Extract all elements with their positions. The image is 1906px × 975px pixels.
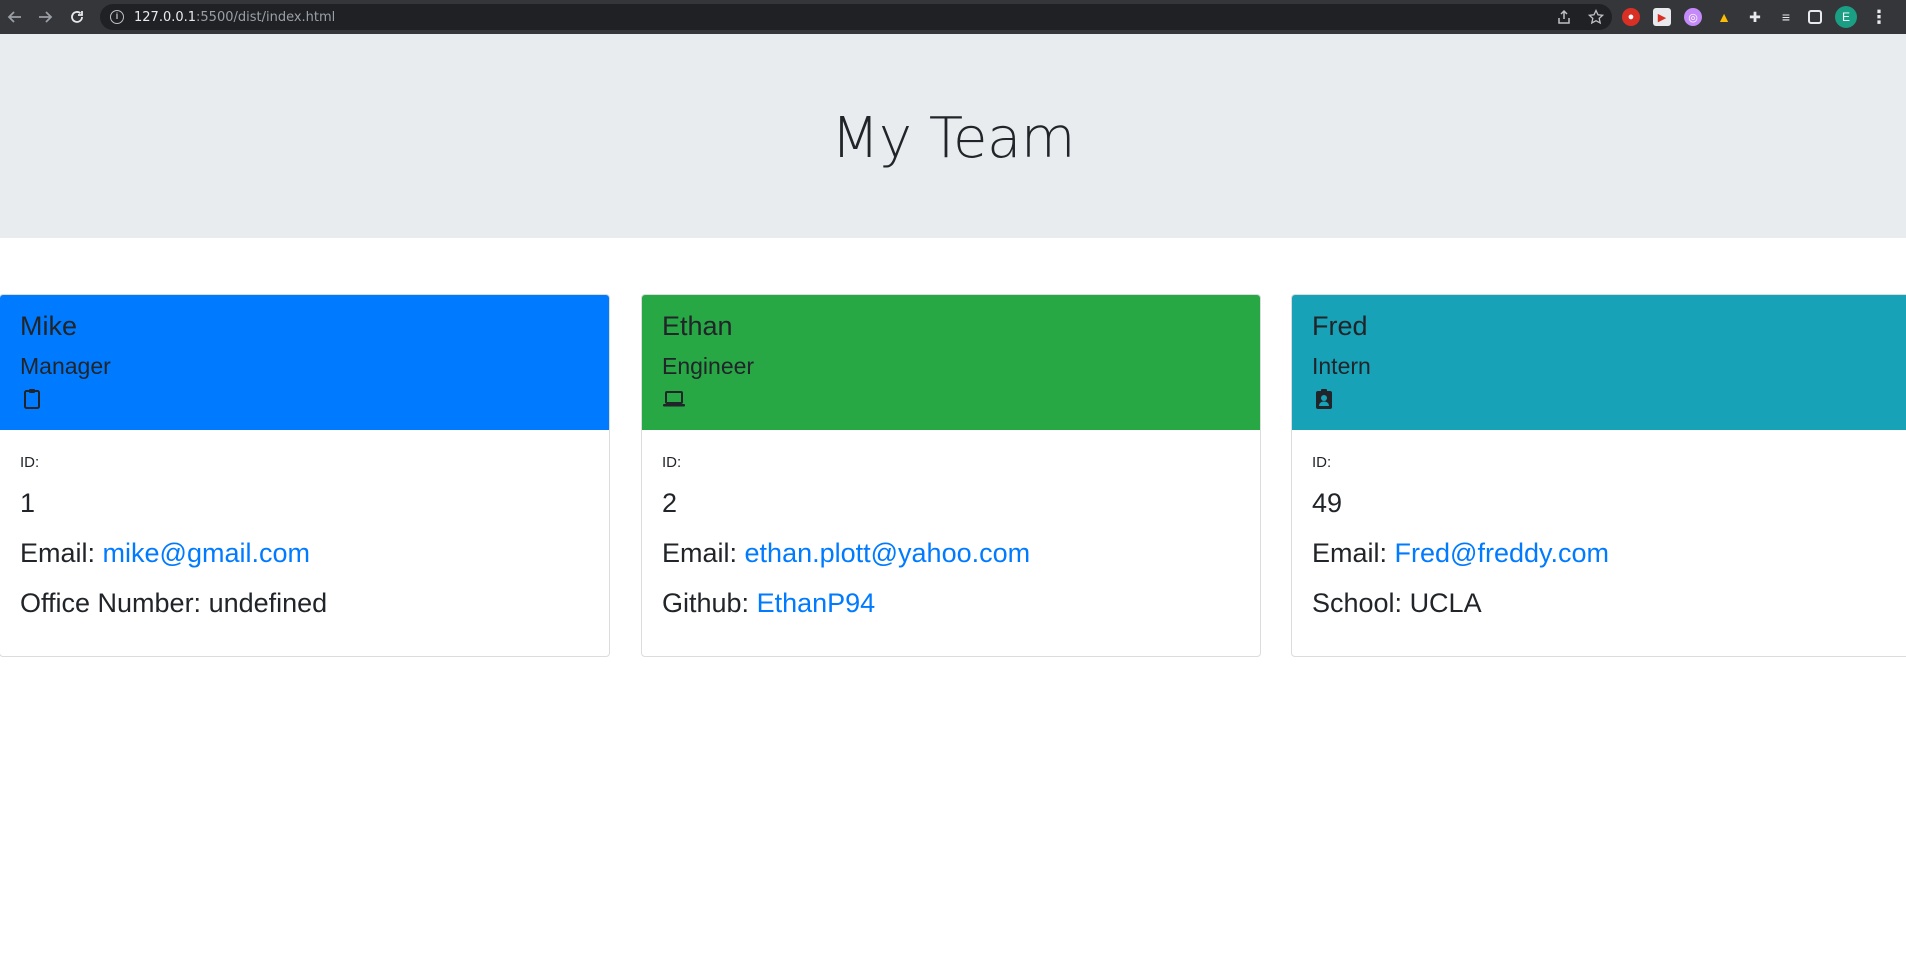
reload-button[interactable]	[62, 2, 92, 32]
url-text: 127.0.0.1:5500/dist/index.html	[134, 10, 335, 25]
employee-role: Manager	[20, 353, 111, 379]
email-label: Email:	[20, 538, 103, 568]
site-info-icon[interactable]: i	[110, 10, 124, 24]
address-bar[interactable]: i 127.0.0.1:5500/dist/index.html	[100, 4, 1612, 30]
arrow-right-icon	[39, 11, 53, 23]
employee-role: Intern	[1312, 353, 1371, 379]
email-line: Email: mike@gmail.com	[20, 536, 589, 570]
page-title: My Team	[831, 105, 1075, 171]
email-link[interactable]: mike@gmail.com	[103, 538, 310, 568]
school-label: School:	[1312, 588, 1410, 618]
id-label: ID:	[662, 454, 682, 471]
extension-red-icon[interactable]: ●	[1622, 8, 1640, 26]
card-header: Fred Intern	[1292, 295, 1906, 430]
id-value: 2	[662, 488, 678, 518]
email-line: Email: ethan.plott@yahoo.com	[662, 536, 1240, 570]
card-header: Mike Manager	[0, 295, 609, 430]
id-label: ID:	[1312, 454, 1332, 471]
browser-toolbar: i 127.0.0.1:5500/dist/index.html ● ▶ ◎ ▲…	[0, 0, 1906, 34]
github-line: Github: EthanP94	[662, 586, 1240, 620]
id-label: ID:	[20, 454, 40, 471]
office-number-value: undefined	[208, 588, 328, 618]
employee-card-engineer: Ethan Engineer ID: 2 Email: ethan.plott@…	[641, 294, 1261, 657]
media-control-icon[interactable]: ≡	[1777, 8, 1795, 26]
arrow-left-icon	[7, 11, 21, 23]
email-link[interactable]: Fred@freddy.com	[1395, 538, 1609, 568]
employee-role: Engineer	[662, 353, 755, 379]
school-line: School: UCLA	[1312, 586, 1900, 620]
email-line: Email: Fred@freddy.com	[1312, 536, 1900, 570]
card-header: Ethan Engineer	[642, 295, 1260, 430]
employee-name: Mike	[20, 311, 78, 341]
browser-menu-icon[interactable]: ⋮	[1870, 8, 1888, 26]
back-button[interactable]	[0, 2, 30, 32]
office-number-label: Office Number:	[20, 588, 209, 618]
page-header: My Team	[0, 34, 1906, 238]
share-icon[interactable]	[1556, 9, 1572, 25]
office-number-line: Office Number: undefined	[20, 586, 589, 620]
card-body: ID: 2 Email: ethan.plott@yahoo.com Githu…	[642, 430, 1260, 620]
employee-card-manager: Mike Manager ID: 1 Email: mike@gmail.com…	[0, 294, 610, 657]
id-value: 49	[1312, 488, 1343, 518]
email-label: Email:	[1312, 538, 1395, 568]
card-body: ID: 1 Email: mike@gmail.com Office Numbe…	[0, 430, 609, 620]
clipboard-icon	[24, 389, 40, 409]
email-label: Email:	[662, 538, 745, 568]
badge-icon	[1316, 389, 1332, 409]
google-drive-icon[interactable]: ▲	[1715, 8, 1733, 26]
github-label: Github:	[662, 588, 757, 618]
url-host: 127.0.0.1	[134, 9, 197, 25]
side-panel-icon[interactable]	[1808, 10, 1822, 24]
forward-button[interactable]	[30, 2, 60, 32]
employee-card-intern: Fred Intern ID: 49 Email: Fred@freddy.co…	[1291, 294, 1906, 657]
employee-name: Fred	[1312, 311, 1368, 341]
employee-name: Ethan	[662, 311, 733, 341]
reload-icon	[71, 11, 83, 23]
email-link[interactable]: ethan.plott@yahoo.com	[745, 538, 1031, 568]
card-body: ID: 49 Email: Fred@freddy.com School: UC…	[1292, 430, 1906, 620]
extension-video-icon[interactable]: ▶	[1653, 8, 1671, 26]
profile-avatar[interactable]: E	[1835, 6, 1857, 28]
school-value: UCLA	[1409, 588, 1482, 618]
laptop-icon	[663, 391, 685, 407]
extension-purple-icon[interactable]: ◎	[1684, 8, 1702, 26]
github-link[interactable]: EthanP94	[757, 588, 876, 618]
url-path: :5500/dist/index.html	[196, 9, 336, 25]
id-value: 1	[20, 488, 36, 518]
bookmark-star-icon[interactable]	[1588, 9, 1604, 25]
extensions-puzzle-icon[interactable]: ✚	[1746, 8, 1764, 26]
